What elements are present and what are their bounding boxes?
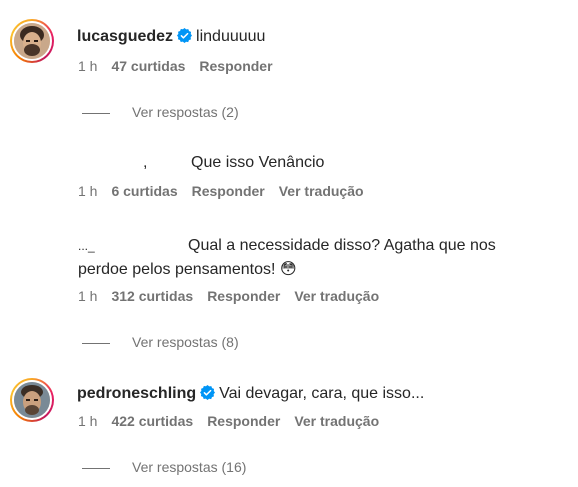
comment-text-line-1: ..._ Qual a necessidade disso? Agatha que… [78,234,548,258]
comment-text: Vai devagar, cara, que isso... [219,385,425,402]
verified-badge-icon [200,385,216,400]
view-replies-button[interactable]: Ver respostas (8) [82,334,239,350]
comment-time: 1 h [78,183,98,199]
comment-1-meta: 1 h 47 curtidas Responder [78,58,287,74]
comment-1-header: lucasguedez linduuuuu [77,27,265,47]
likes-count[interactable]: 312 curtidas [111,288,193,304]
avatar-pedroneschling[interactable] [10,378,54,422]
comment-4-meta: 1 h 422 curtidas Responder Ver tradução [78,413,393,429]
reply-button[interactable]: Responder [207,413,280,429]
reply-button[interactable]: Responder [199,58,272,74]
view-replies-button[interactable]: Ver respostas (2) [82,104,239,120]
username-obscured[interactable]: , [143,153,191,173]
divider-line [82,342,110,344]
face-icon [14,23,50,59]
avatar-image [12,380,52,420]
avatar-image [12,21,52,61]
username[interactable]: pedroneschling [77,385,196,402]
translate-button[interactable]: Ver tradução [294,288,379,304]
view-replies-label[interactable]: Ver respostas (2) [132,104,239,120]
likes-count[interactable]: 6 curtidas [111,183,177,199]
translate-button[interactable]: Ver tradução [279,183,364,199]
username[interactable]: lucasguedez [77,28,173,45]
avatar-lucasguedez[interactable] [10,19,54,63]
likes-count[interactable]: 47 curtidas [111,58,185,74]
comment-text: linduuuuu [196,28,266,45]
flushed-face-emoji: 😳 [279,261,297,278]
comment-text: Que isso Venâncio [191,154,325,171]
comment-2-header: , Que isso Venâncio [143,153,324,173]
comment-2-meta: 1 h 6 curtidas Responder Ver tradução [78,183,378,199]
comment-text-line-2: perdoe pelos pensamentos! 😳 [78,261,297,278]
divider-line [82,467,110,469]
comment-4-header: pedroneschling Vai devagar, cara, que iss… [77,384,424,404]
comment-time: 1 h [78,288,98,304]
view-replies-label[interactable]: Ver respostas (8) [132,334,239,350]
comment-3-body: ..._ Qual a necessidade disso? Agatha que… [78,234,548,282]
username-obscured[interactable]: ..._ [78,234,188,258]
verified-badge-icon [177,28,193,43]
reply-button[interactable]: Responder [207,288,280,304]
comment-time: 1 h [78,58,98,74]
reply-button[interactable]: Responder [192,183,265,199]
view-replies-button[interactable]: Ver respostas (16) [82,459,246,475]
translate-button[interactable]: Ver tradução [294,413,379,429]
likes-count[interactable]: 422 curtidas [111,413,193,429]
comment-3-meta: 1 h 312 curtidas Responder Ver tradução [78,288,393,304]
view-replies-label[interactable]: Ver respostas (16) [132,459,246,475]
divider-line [82,112,110,114]
face-icon [14,382,50,418]
comment-time: 1 h [78,413,98,429]
